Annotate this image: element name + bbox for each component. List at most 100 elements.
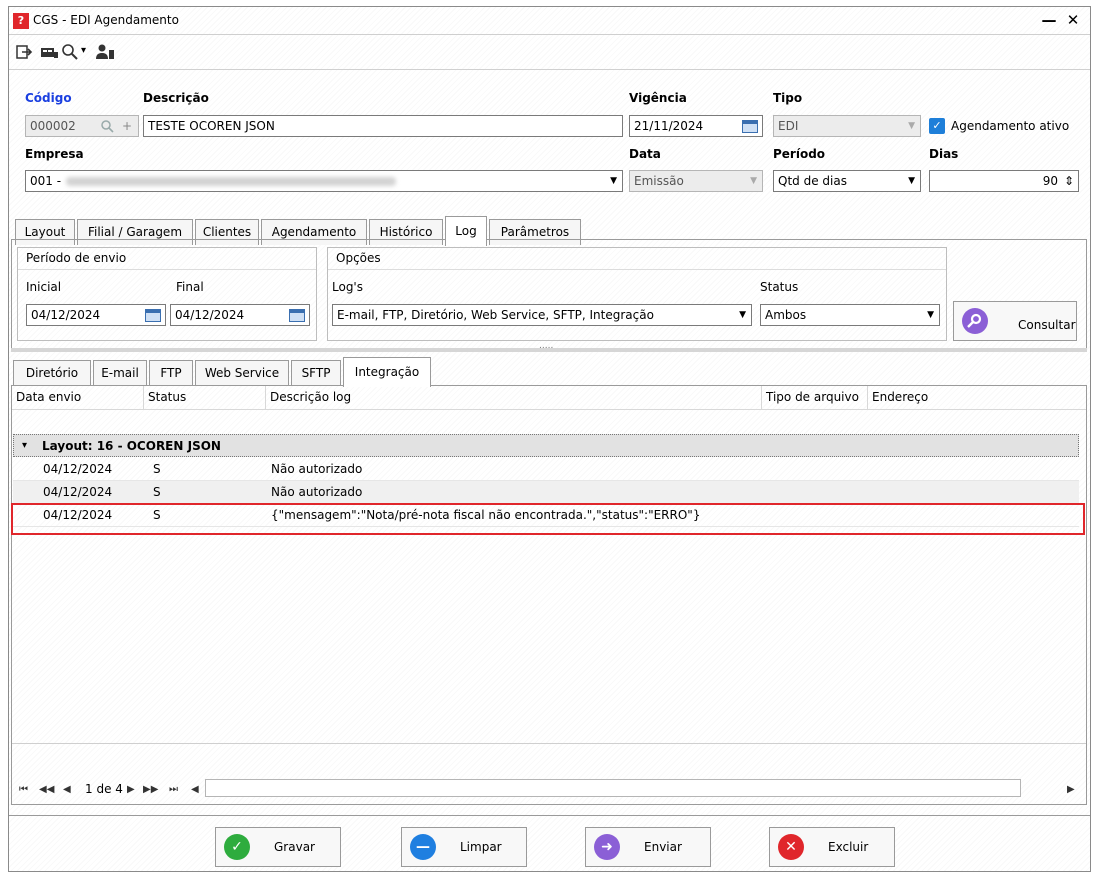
page-indicator: 1 de 4 xyxy=(85,782,123,796)
inicial-label: Inicial xyxy=(26,280,62,294)
search-dropdown-arrow[interactable]: ▾ xyxy=(81,45,86,56)
empresa-value: 001 - xyxy=(30,174,62,188)
consultar-button[interactable]: Consultar xyxy=(953,301,1077,341)
send-icon: ➜ xyxy=(594,834,620,860)
periodo-select[interactable]: Qtd de dias ▼ xyxy=(773,170,921,192)
close-button[interactable]: ✕ xyxy=(1063,10,1083,30)
cell-descricao: Não autorizado xyxy=(271,485,363,499)
column-header-status[interactable]: Status xyxy=(144,386,266,410)
calendar-icon[interactable] xyxy=(742,120,758,133)
chevron-down-icon[interactable]: ▼ xyxy=(927,305,934,325)
group-row[interactable]: ▾ Layout: 16 - OCOREN JSON xyxy=(13,434,1079,457)
prev-icon[interactable]: ◀ xyxy=(63,784,71,795)
cell-status: S xyxy=(153,485,161,499)
excluir-label: Excluir xyxy=(828,840,869,854)
status-value: Ambos xyxy=(765,308,807,322)
column-header-data-envio[interactable]: Data envio xyxy=(12,386,144,410)
final-value: 04/12/2024 xyxy=(175,308,245,322)
data-select: Emissão ▼ xyxy=(629,170,763,192)
last-page-icon[interactable]: ⏭ xyxy=(169,784,178,795)
splitter-grip: ..... xyxy=(539,341,554,351)
descricao-label: Descrição xyxy=(143,91,209,105)
cell-data-envio: 04/12/2024 xyxy=(43,462,113,476)
limpar-button[interactable]: — Limpar xyxy=(401,827,527,867)
empresa-select[interactable]: 001 - ▼ xyxy=(25,170,623,192)
first-page-icon[interactable]: ⏮ xyxy=(19,784,28,795)
agendamento-ativo-checkbox[interactable]: ✓ xyxy=(929,118,945,134)
search-key-icon xyxy=(962,308,988,334)
table-row[interactable]: 04/12/2024 S Não autorizado xyxy=(13,458,1079,481)
subtab-email[interactable]: E-mail xyxy=(93,360,147,386)
column-header-endereco[interactable]: Endereço xyxy=(868,386,1086,410)
codigo-value: 000002 xyxy=(30,119,76,133)
vigencia-field[interactable]: 21/11/2024 xyxy=(629,115,763,137)
cell-descricao: Não autorizado xyxy=(271,462,363,476)
user-icon[interactable] xyxy=(95,43,115,61)
minimize-button[interactable]: — xyxy=(1039,10,1059,30)
subtab-ftp[interactable]: FTP xyxy=(149,360,193,386)
agendamento-ativo-label: Agendamento ativo xyxy=(951,119,1070,133)
enviar-label: Enviar xyxy=(644,840,682,854)
calendar-icon[interactable] xyxy=(145,309,161,322)
tipo-value: EDI xyxy=(778,119,799,133)
tab-log[interactable]: Log xyxy=(445,216,487,246)
next-icon[interactable]: ▶ xyxy=(127,784,135,795)
grid-footer-divider xyxy=(12,743,1086,744)
toolbar-divider xyxy=(9,69,1090,70)
chevron-down-icon: ▼ xyxy=(908,121,915,131)
horizontal-scrollbar[interactable] xyxy=(205,779,1021,797)
window-title: CGS - EDI Agendamento xyxy=(33,13,179,27)
tipo-select: EDI ▼ xyxy=(773,115,921,137)
codigo-field[interactable]: 000002 + xyxy=(25,115,139,137)
periodo-envio-title: Período de envio xyxy=(18,248,316,270)
next-page-group-icon[interactable]: ▶▶ xyxy=(143,784,158,795)
chevron-down-icon: ▼ xyxy=(750,176,757,186)
dias-label: Dias xyxy=(929,147,959,161)
final-date-field[interactable]: 04/12/2024 xyxy=(170,304,310,326)
data-label: Data xyxy=(629,147,661,161)
inicial-value: 04/12/2024 xyxy=(31,308,101,322)
spin-arrows-icon[interactable]: ⇕ xyxy=(1064,171,1074,191)
vigencia-label: Vigência xyxy=(629,91,687,105)
scroll-right-icon[interactable]: ▶ xyxy=(1067,784,1075,795)
prev-page-group-icon[interactable]: ◀◀ xyxy=(39,784,54,795)
group-label: Layout: 16 - OCOREN JSON xyxy=(42,439,221,453)
inicial-date-field[interactable]: 04/12/2024 xyxy=(26,304,166,326)
screen-icon[interactable] xyxy=(39,43,59,61)
column-header-tipo-arquivo[interactable]: Tipo de arquivo xyxy=(762,386,868,410)
subtab-sftp[interactable]: SFTP xyxy=(291,360,341,386)
status-select[interactable]: Ambos ▼ xyxy=(760,304,940,326)
codigo-add-icon[interactable]: + xyxy=(122,116,132,136)
logs-select[interactable]: E-mail, FTP, Diretório, Web Service, SFT… xyxy=(332,304,752,326)
blurred-company-name xyxy=(66,177,396,186)
subtab-diretorio[interactable]: Diretório xyxy=(13,360,91,386)
subtab-web-service[interactable]: Web Service xyxy=(195,360,289,386)
gravar-button[interactable]: ✓ Gravar xyxy=(215,827,341,867)
collapse-arrow-icon[interactable]: ▾ xyxy=(22,435,27,457)
subtab-integracao[interactable]: Integração xyxy=(343,357,431,387)
descricao-field[interactable]: TESTE OCOREN JSON xyxy=(143,115,623,137)
final-label: Final xyxy=(176,280,204,294)
enviar-button[interactable]: ➜ Enviar xyxy=(585,827,711,867)
search-icon[interactable] xyxy=(61,43,81,61)
chevron-down-icon[interactable]: ▼ xyxy=(908,171,915,191)
minus-icon: — xyxy=(410,834,436,860)
vigencia-value: 21/11/2024 xyxy=(634,119,704,133)
app-logo-icon: ? xyxy=(13,13,29,29)
exit-icon[interactable] xyxy=(15,43,35,61)
scroll-left-icon[interactable]: ◀ xyxy=(191,784,199,795)
empresa-label: Empresa xyxy=(25,147,84,161)
codigo-search-icon[interactable] xyxy=(100,116,114,136)
opcoes-title: Opções xyxy=(328,248,946,270)
main-window: ? CGS - EDI Agendamento — ✕ ▾ Código Des… xyxy=(8,6,1091,872)
chevron-down-icon[interactable]: ▼ xyxy=(739,305,746,325)
excluir-button[interactable]: ✕ Excluir xyxy=(769,827,895,867)
chevron-down-icon[interactable]: ▼ xyxy=(610,171,617,191)
column-header-descricao-log[interactable]: Descrição log xyxy=(266,386,762,410)
close-icon: ✕ xyxy=(778,834,804,860)
calendar-icon[interactable] xyxy=(289,309,305,322)
opcoes-group: Opções Log's Status E-mail, FTP, Diretór… xyxy=(327,247,947,341)
cell-data-envio: 04/12/2024 xyxy=(43,485,113,499)
dias-stepper[interactable]: 90 ⇕ xyxy=(929,170,1079,192)
table-row[interactable]: 04/12/2024 S Não autorizado xyxy=(13,481,1079,504)
